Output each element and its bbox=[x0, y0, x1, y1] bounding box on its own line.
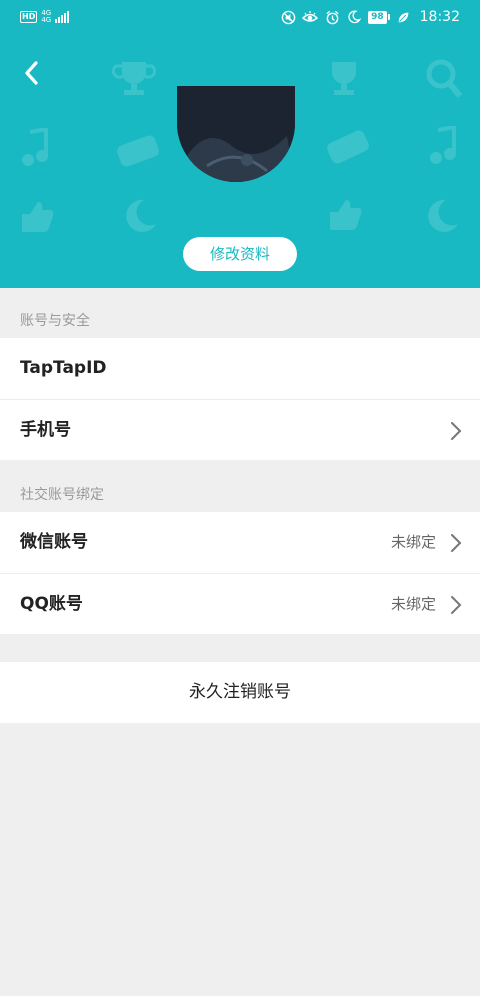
moon-icon bbox=[126, 199, 156, 232]
row-wechat-account[interactable]: 微信账号 未绑定 bbox=[0, 512, 480, 573]
moon-icon bbox=[428, 199, 458, 232]
thumbs-up-icon bbox=[22, 202, 54, 232]
row-taptap-id[interactable]: TapTapID bbox=[0, 338, 480, 399]
chevron-right-icon bbox=[451, 534, 462, 552]
delete-account-button[interactable]: 永久注销账号 bbox=[0, 662, 480, 723]
battery-icon: 98 bbox=[368, 10, 390, 24]
music-note-icon bbox=[22, 128, 48, 166]
alarm-icon bbox=[324, 9, 340, 25]
account-security-card: TapTapID 手机号 bbox=[0, 338, 480, 460]
edit-profile-button[interactable]: 修改资料 bbox=[183, 237, 297, 271]
leaf-icon bbox=[396, 9, 412, 25]
controller-icon bbox=[327, 130, 369, 164]
row-phone-number[interactable]: 手机号 bbox=[0, 399, 480, 460]
trophy-icon bbox=[332, 62, 356, 95]
row-label: TapTapID bbox=[20, 358, 107, 378]
section-title-account-security: 账号与安全 bbox=[20, 313, 90, 329]
network-indicator: 4G 4G bbox=[41, 9, 52, 24]
search-icon bbox=[426, 59, 463, 98]
music-note-icon bbox=[430, 126, 456, 164]
mute-icon bbox=[280, 9, 296, 25]
avatar[interactable] bbox=[177, 86, 295, 182]
moon-icon bbox=[346, 9, 362, 25]
eye-comfort-icon bbox=[302, 9, 319, 25]
section-title-social-binding: 社交账号绑定 bbox=[20, 487, 104, 503]
profile-header: HD 4G 4G 98 18:32 修改资料 bbox=[0, 0, 480, 288]
binding-status: 未绑定 bbox=[390, 595, 436, 613]
row-qq-account[interactable]: QQ账号 未绑定 bbox=[0, 573, 480, 634]
back-button[interactable] bbox=[18, 58, 48, 88]
row-label: 手机号 bbox=[20, 420, 71, 440]
row-label: QQ账号 bbox=[20, 594, 83, 614]
row-label: 微信账号 bbox=[20, 532, 88, 552]
trophy-icon bbox=[112, 62, 156, 95]
hd-badge: HD bbox=[20, 11, 38, 23]
controller-icon bbox=[117, 135, 159, 167]
clock: 18:32 bbox=[419, 9, 460, 25]
chevron-right-icon bbox=[451, 422, 462, 440]
delete-account-card: 永久注销账号 bbox=[0, 662, 480, 723]
binding-status: 未绑定 bbox=[390, 533, 436, 551]
status-bar: HD 4G 4G 98 18:32 bbox=[0, 0, 480, 36]
thumbs-up-icon bbox=[330, 200, 362, 230]
signal-icon bbox=[55, 11, 70, 23]
chevron-right-icon bbox=[451, 596, 462, 614]
social-binding-card: 微信账号 未绑定 QQ账号 未绑定 bbox=[0, 512, 480, 634]
